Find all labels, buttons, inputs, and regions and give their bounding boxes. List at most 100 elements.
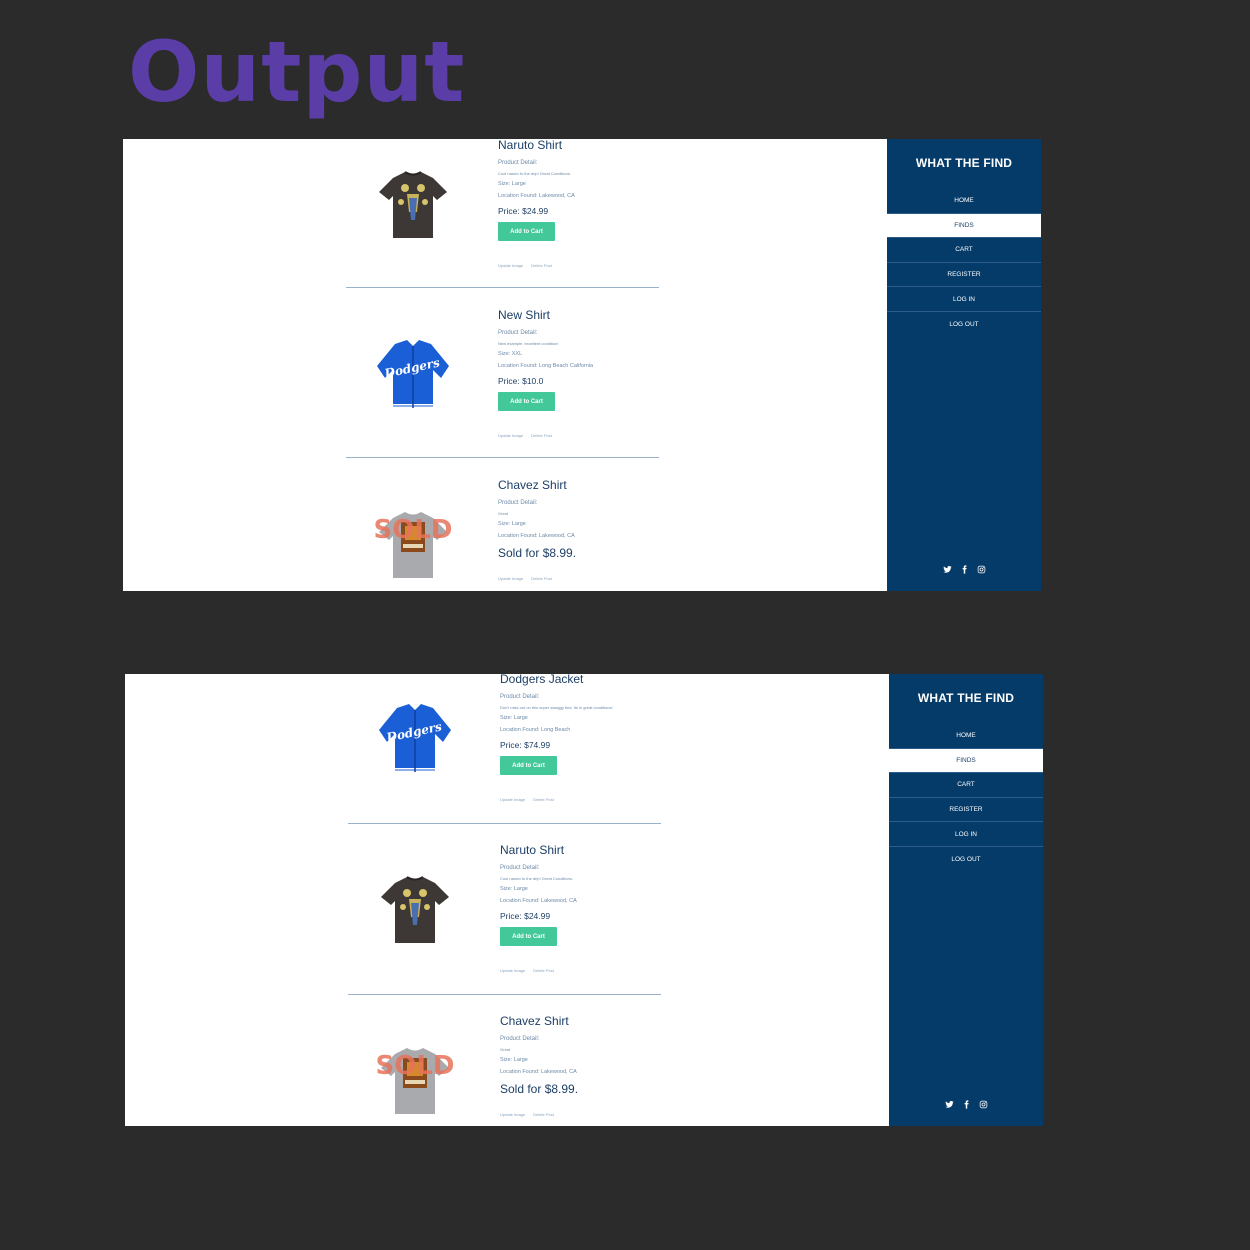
social-links (887, 565, 1041, 574)
product-title: Naruto Shirt (500, 843, 565, 857)
dodgers-jacket-image: Dodgers (371, 332, 455, 416)
product-description: Cool naruto fo the drip! Great Condition… (500, 876, 573, 881)
product-title: Dodgers Jacket (500, 674, 584, 686)
nav-log-out[interactable]: LOG OUT (889, 847, 1043, 872)
divider (346, 457, 659, 458)
dodgers-jacket-image: Dodgers (373, 696, 457, 780)
product-card: Dodgers New Shirt Product Detail: New ex… (123, 308, 887, 478)
nav-home[interactable]: HOME (887, 189, 1041, 214)
product-size: Size: XXL (498, 351, 523, 357)
chavez-shirt-image: SOLD (373, 1038, 457, 1122)
nav-log-out[interactable]: LOG OUT (887, 312, 1041, 337)
delete-post-link[interactable]: Delete Post (533, 968, 554, 973)
product-size: Size: Large (500, 886, 528, 892)
sidebar-nav: HOME FINDS CART REGISTER LOG IN LOG OUT (887, 189, 1041, 337)
product-detail-label: Product Detail: (500, 1036, 540, 1042)
product-description: Great (498, 511, 509, 516)
delete-post-link[interactable]: Delete Post (531, 263, 552, 268)
update-image-link[interactable]: Update Image (500, 797, 525, 802)
delete-post-link[interactable]: Delete Post (533, 1112, 554, 1117)
product-card: Dodgers Dodgers Jacket Product Detail: D… (125, 674, 889, 842)
sold-stamp: SOLD (374, 515, 453, 545)
nav-register[interactable]: REGISTER (887, 263, 1041, 288)
product-detail-label: Product Detail: (500, 865, 540, 871)
product-description: Cool naruto fo the drip! Great Condition… (498, 171, 571, 176)
nav-cart[interactable]: CART (887, 238, 1041, 263)
update-image-link[interactable]: Update Image (500, 1112, 525, 1117)
product-description: Great (500, 1047, 511, 1052)
instagram-icon[interactable] (977, 565, 986, 574)
divider (348, 994, 661, 995)
add-to-cart-button[interactable]: Add to Cart (500, 927, 557, 946)
product-description: Don't miss out on this super swaggy find… (500, 705, 613, 710)
product-card: SOLD Chavez Shirt Product Detail: Great … (125, 1014, 889, 1126)
sold-price: Sold for $8.99. (500, 1082, 579, 1096)
product-title: Naruto Shirt (498, 139, 563, 152)
product-list: Naruto Shirt Product Detail: Cool naruto… (123, 139, 887, 591)
product-location: Location Found: Long Beach California (498, 363, 594, 369)
product-price: Price: $10.0 (498, 376, 544, 386)
product-price: Price: $74.99 (500, 740, 551, 750)
product-title: Chavez Shirt (498, 478, 567, 492)
nav-home[interactable]: HOME (889, 724, 1043, 749)
add-to-cart-button[interactable]: Add to Cart (498, 222, 555, 241)
product-location: Location Found: Long Beach (500, 727, 571, 733)
product-location: Location Found: Lakewood, CA (498, 533, 575, 539)
divider (346, 287, 659, 288)
naruto-shirt-image (371, 162, 455, 246)
sold-price: Sold for $8.99. (498, 546, 577, 560)
update-image-link[interactable]: Update Image (498, 263, 523, 268)
add-to-cart-button[interactable]: Add to Cart (500, 756, 557, 775)
screenshot-2: Dodgers Dodgers Jacket Product Detail: D… (125, 674, 1043, 1126)
nav-register[interactable]: REGISTER (889, 798, 1043, 823)
product-price: Price: $24.99 (500, 911, 551, 921)
product-card: Naruto Shirt Product Detail: Cool naruto… (123, 139, 887, 308)
twitter-icon[interactable] (942, 565, 952, 574)
divider (348, 823, 661, 824)
sidebar: WHAT THE FIND HOME FINDS CART REGISTER L… (887, 139, 1041, 591)
sidebar: WHAT THE FIND HOME FINDS CART REGISTER L… (889, 674, 1043, 1126)
brand-title[interactable]: WHAT THE FIND (889, 691, 1043, 705)
update-image-link[interactable]: Update Image (500, 968, 525, 973)
product-detail-label: Product Detail: (498, 330, 538, 336)
delete-post-link[interactable]: Delete Post (533, 797, 554, 802)
twitter-icon[interactable] (944, 1100, 954, 1109)
update-image-link[interactable]: Update Image (498, 433, 523, 438)
naruto-shirt-image (373, 867, 457, 951)
update-image-link[interactable]: Update Image (498, 576, 523, 581)
product-size: Size: Large (500, 715, 528, 721)
nav-log-in[interactable]: LOG IN (887, 287, 1041, 312)
delete-post-link[interactable]: Delete Post (531, 576, 552, 581)
screenshot-1: Naruto Shirt Product Detail: Cool naruto… (123, 139, 1041, 591)
product-location: Location Found: Lakewood, CA (500, 1069, 577, 1075)
product-size: Size: Large (498, 181, 526, 187)
chavez-shirt-image: SOLD (371, 502, 455, 586)
sidebar-nav: HOME FINDS CART REGISTER LOG IN LOG OUT (889, 724, 1043, 872)
nav-finds[interactable]: FINDS (889, 748, 1043, 774)
nav-cart[interactable]: CART (889, 773, 1043, 798)
instagram-icon[interactable] (979, 1100, 988, 1109)
product-size: Size: Large (500, 1057, 528, 1063)
social-links (889, 1100, 1043, 1109)
product-list: Dodgers Dodgers Jacket Product Detail: D… (125, 674, 889, 1126)
nav-log-in[interactable]: LOG IN (889, 822, 1043, 847)
product-card: SOLD Chavez Shirt Product Detail: Great … (123, 478, 887, 591)
delete-post-link[interactable]: Delete Post (531, 433, 552, 438)
product-location: Location Found: Lakewood, CA (498, 193, 575, 199)
sold-stamp: SOLD (376, 1051, 455, 1081)
facebook-icon[interactable] (960, 565, 969, 574)
product-location: Location Found: Lakewood, CA (500, 898, 577, 904)
nav-finds[interactable]: FINDS (887, 213, 1041, 239)
facebook-icon[interactable] (962, 1100, 971, 1109)
product-card: Naruto Shirt Product Detail: Cool naruto… (125, 843, 889, 1013)
product-description: New example, excellent condition! (498, 341, 559, 346)
product-size: Size: Large (498, 521, 526, 527)
product-title: Chavez Shirt (500, 1014, 569, 1028)
add-to-cart-button[interactable]: Add to Cart (498, 392, 555, 411)
product-detail-label: Product Detail: (498, 160, 538, 166)
page-title: Output (128, 23, 466, 121)
product-title: New Shirt (498, 308, 551, 322)
brand-title[interactable]: WHAT THE FIND (887, 156, 1041, 170)
product-detail-label: Product Detail: (500, 694, 540, 700)
product-detail-label: Product Detail: (498, 500, 538, 506)
